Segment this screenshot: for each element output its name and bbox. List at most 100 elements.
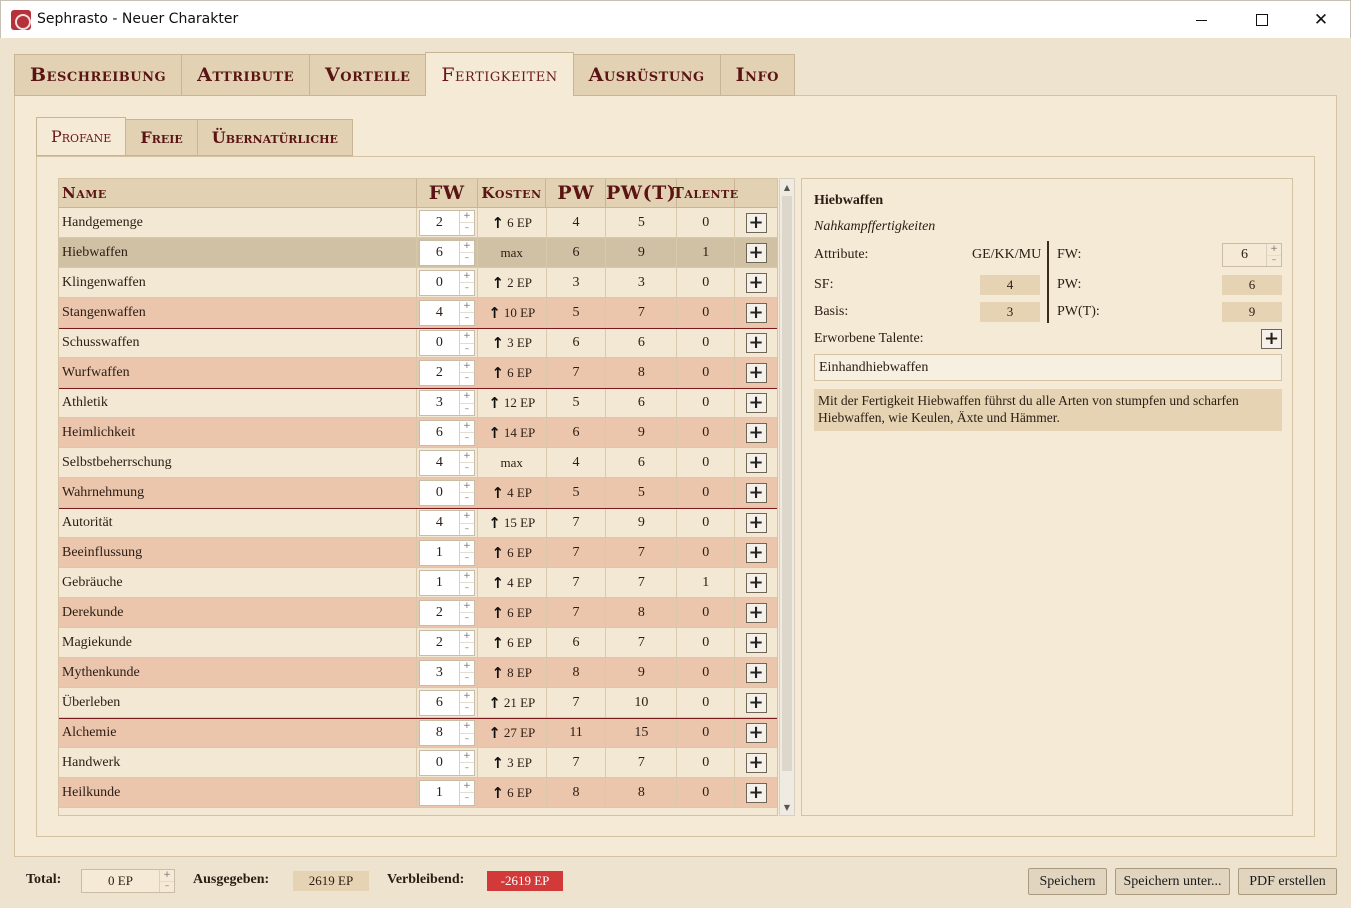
- talent-item[interactable]: Einhandhiebwaffen: [819, 360, 928, 376]
- table-row[interactable]: Wurfwaffen 2 + – ↑ 6 EP 7 8 0 +: [59, 358, 777, 388]
- fw-value[interactable]: 0: [420, 481, 459, 505]
- increment-icon[interactable]: +: [459, 571, 474, 583]
- table-row[interactable]: Heimlichkeit 6 + – ↑ 14 EP 6 9 0 +: [59, 418, 777, 448]
- table-row[interactable]: Hiebwaffen 6 + – max 6 9 1 +: [59, 238, 777, 268]
- scroll-thumb[interactable]: [782, 196, 792, 771]
- fw-stepper[interactable]: 0 + –: [418, 479, 475, 506]
- fw-value[interactable]: 4: [420, 451, 459, 475]
- increment-icon[interactable]: +: [1267, 244, 1281, 256]
- decrement-icon[interactable]: –: [460, 524, 474, 536]
- skill-name[interactable]: Schusswaffen: [59, 329, 417, 357]
- fw-value[interactable]: 4: [420, 301, 459, 325]
- fw-value[interactable]: 4: [420, 511, 459, 535]
- skill-name[interactable]: Gebräuche: [59, 568, 417, 597]
- fw-value[interactable]: 8: [420, 721, 459, 745]
- decrement-icon[interactable]: –: [460, 583, 474, 595]
- increment-icon[interactable]: +: [459, 241, 474, 253]
- fw-value[interactable]: 1: [420, 541, 459, 565]
- fw-stepper[interactable]: 6 + –: [418, 419, 475, 446]
- tab-attribute[interactable]: Attribute: [181, 54, 310, 96]
- increment-icon[interactable]: +: [160, 870, 174, 882]
- add-talent-button[interactable]: +: [745, 572, 767, 593]
- skill-name[interactable]: Athletik: [59, 389, 417, 417]
- fw-stepper[interactable]: 3 + –: [418, 390, 475, 416]
- skill-name[interactable]: Klingenwaffen: [59, 268, 417, 297]
- decrement-icon[interactable]: –: [460, 253, 474, 265]
- table-row[interactable]: Autorität 4 + – ↑ 15 EP 7 9 0 +: [59, 508, 777, 538]
- increment-icon[interactable]: +: [459, 271, 474, 283]
- fw-stepper[interactable]: 3 + –: [418, 659, 475, 686]
- tab-vorteile[interactable]: Vorteile: [309, 54, 426, 96]
- add-talent-button[interactable]: +: [745, 362, 767, 383]
- fw-stepper[interactable]: 4 + –: [418, 510, 475, 536]
- fw-value[interactable]: 2: [420, 631, 459, 655]
- fw-value[interactable]: 3: [420, 391, 459, 415]
- tab-beschreibung[interactable]: Beschreibung: [14, 54, 182, 96]
- decrement-icon[interactable]: –: [460, 734, 474, 746]
- decrement-icon[interactable]: –: [1267, 256, 1281, 267]
- skill-name[interactable]: Autorität: [59, 509, 417, 537]
- increment-icon[interactable]: +: [459, 481, 474, 493]
- increment-icon[interactable]: +: [459, 211, 474, 223]
- fw-stepper[interactable]: 2 + –: [418, 359, 475, 386]
- increment-icon[interactable]: +: [459, 781, 474, 793]
- increment-icon[interactable]: +: [459, 631, 474, 643]
- fw-stepper[interactable]: 4 + –: [418, 449, 475, 476]
- pdf-button[interactable]: PDF erstellen: [1238, 868, 1337, 895]
- add-talent-button[interactable]: +: [745, 542, 767, 563]
- tab-freie[interactable]: Freie: [126, 119, 197, 156]
- table-row[interactable]: Derekunde 2 + – ↑ 6 EP 7 8 0 +: [59, 598, 777, 628]
- fw-stepper[interactable]: 6 + –: [418, 239, 475, 266]
- decrement-icon[interactable]: –: [460, 373, 474, 385]
- skill-name[interactable]: Wahrnehmung: [59, 478, 417, 507]
- minimize-button[interactable]: [1178, 5, 1224, 35]
- decrement-icon[interactable]: –: [460, 703, 474, 715]
- add-talent-button[interactable]: +: [745, 752, 767, 773]
- fw-value[interactable]: 1: [420, 781, 459, 805]
- header-talente[interactable]: Talente: [673, 179, 738, 207]
- fw-stepper[interactable]: 2 + –: [418, 599, 475, 626]
- save-button[interactable]: Speichern: [1028, 868, 1107, 895]
- skill-name[interactable]: Überleben: [59, 688, 417, 717]
- fw-value[interactable]: 0: [420, 271, 459, 295]
- increment-icon[interactable]: +: [459, 451, 474, 463]
- decrement-icon[interactable]: –: [460, 283, 474, 295]
- fw-stepper[interactable]: 8 + –: [418, 720, 475, 746]
- fw-stepper[interactable]: 0 + –: [418, 749, 475, 776]
- decrement-icon[interactable]: –: [460, 613, 474, 625]
- skill-name[interactable]: Mythenkunde: [59, 658, 417, 687]
- fw-stepper[interactable]: 6 + –: [418, 689, 475, 716]
- increment-icon[interactable]: +: [459, 391, 474, 404]
- add-talent-button[interactable]: +: [745, 662, 767, 683]
- table-row[interactable]: Mythenkunde 3 + – ↑ 8 EP 8 9 0 +: [59, 658, 777, 688]
- decrement-icon[interactable]: –: [460, 763, 474, 775]
- add-talent-button[interactable]: +: [745, 482, 767, 503]
- fw-stepper[interactable]: 0 + –: [418, 330, 475, 356]
- fw-value[interactable]: 3: [420, 661, 459, 685]
- skill-name[interactable]: Heilkunde: [59, 778, 417, 807]
- add-talent-button[interactable]: +: [745, 513, 767, 533]
- fw-stepper[interactable]: 1 + –: [418, 569, 475, 596]
- decrement-icon[interactable]: –: [460, 433, 474, 445]
- fw-value[interactable]: 6: [420, 691, 459, 715]
- add-talent-button[interactable]: +: [745, 422, 767, 443]
- fw-stepper-value[interactable]: 6: [1223, 244, 1266, 266]
- table-row[interactable]: Gebräuche 1 + – ↑ 4 EP 7 7 1 +: [59, 568, 777, 598]
- decrement-icon[interactable]: –: [460, 493, 474, 505]
- header-pwt[interactable]: PW(T): [606, 179, 678, 207]
- increment-icon[interactable]: +: [459, 301, 474, 313]
- tab-ausruestung[interactable]: Ausrüstung: [573, 54, 720, 96]
- tab-profane[interactable]: Profane: [36, 117, 127, 156]
- table-row[interactable]: Beeinflussung 1 + – ↑ 6 EP 7 7 0 +: [59, 538, 777, 568]
- add-talent-button[interactable]: +: [745, 333, 767, 353]
- decrement-icon[interactable]: –: [460, 404, 474, 416]
- skill-name[interactable]: Beeinflussung: [59, 538, 417, 567]
- decrement-icon[interactable]: –: [460, 463, 474, 475]
- add-talent-button[interactable]: +: [745, 632, 767, 653]
- skill-name[interactable]: Magiekunde: [59, 628, 417, 657]
- table-row[interactable]: Schusswaffen 0 + – ↑ 3 EP 6 6 0 +: [59, 328, 777, 358]
- fw-value[interactable]: 2: [420, 601, 459, 625]
- header-kosten[interactable]: Kosten: [478, 179, 547, 207]
- add-talent-button[interactable]: +: [745, 723, 767, 743]
- skill-name[interactable]: Handgemenge: [59, 208, 417, 237]
